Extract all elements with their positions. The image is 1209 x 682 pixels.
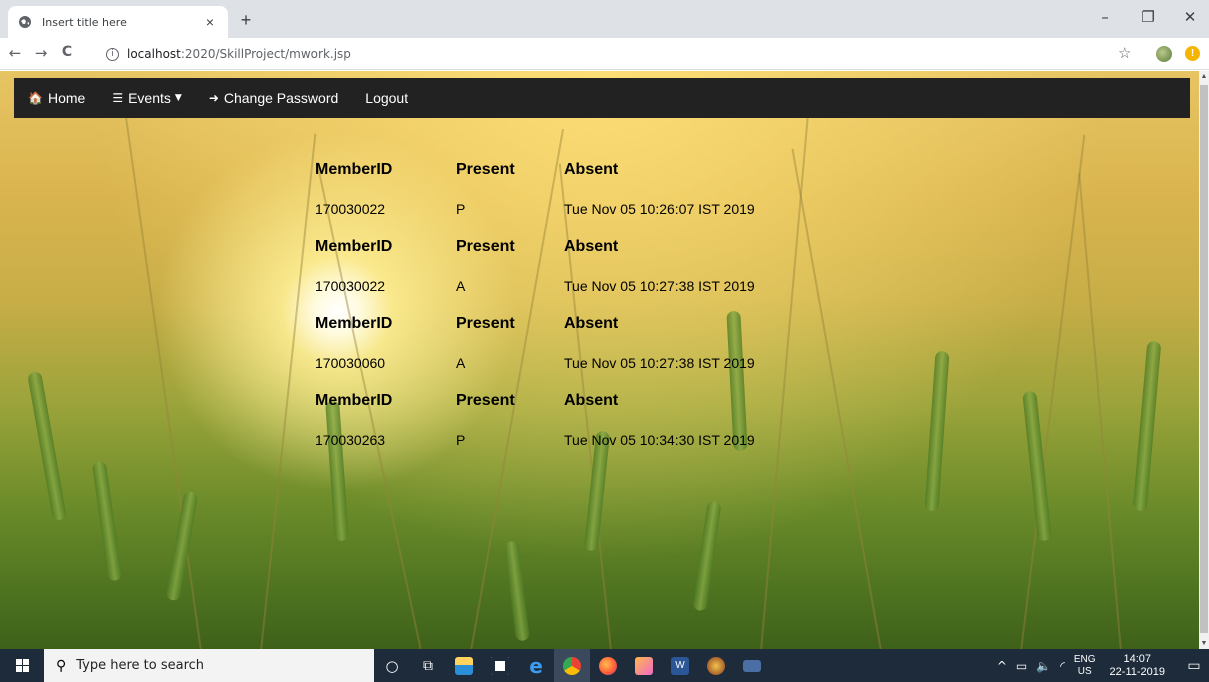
new-tab-button[interactable]: +: [236, 10, 256, 31]
cell-present: P: [456, 200, 466, 217]
file-explorer-icon[interactable]: [446, 649, 482, 682]
store-icon[interactable]: [482, 649, 518, 682]
header-absent: Absent: [564, 161, 619, 179]
extension-icon[interactable]: [1156, 46, 1172, 62]
cell-absent: Tue Nov 05 10:27:38 IST 2019: [564, 277, 755, 294]
globe-icon: [19, 16, 31, 28]
table-row: 170030263 P Tue Nov 05 10:34:30 IST 2019: [315, 421, 815, 460]
cell-absent: Tue Nov 05 10:27:38 IST 2019: [564, 354, 755, 371]
table-row: 170030022 A Tue Nov 05 10:27:38 IST 2019: [315, 267, 815, 306]
windows-logo-icon: [15, 659, 29, 672]
address-bar[interactable]: i localhost:2020/SkillProject/mwork.jsp: [106, 42, 1106, 66]
browser-toolbar: ← → C i localhost:2020/SkillProject/mwor…: [0, 38, 1209, 70]
scroll-down-icon[interactable]: ▼: [1199, 640, 1209, 647]
url-text[interactable]: localhost:2020/SkillProject/mwork.jsp: [127, 47, 351, 61]
firefox-icon[interactable]: [590, 649, 626, 682]
nav-change-password[interactable]: ➜ Change Password: [209, 90, 338, 106]
header-present: Present: [456, 238, 515, 256]
chrome-icon[interactable]: [554, 649, 590, 682]
clock[interactable]: 14:07 22-11-2019: [1110, 653, 1165, 679]
taskbar-search-box[interactable]: ⚲ Type here to search: [44, 649, 374, 682]
sign-in-icon: ➜: [208, 91, 219, 105]
forward-button[interactable]: →: [32, 44, 50, 62]
table-header-row: MemberID Present Absent: [315, 228, 815, 267]
windows-taskbar: ⚲ Type here to search ○ ⧉ e W ^ ▭ 🔈 ◜ EN…: [0, 649, 1209, 682]
cortana-icon[interactable]: ○: [374, 649, 410, 682]
table-header-row: MemberID Present Absent: [315, 151, 815, 190]
header-memberid: MemberID: [315, 392, 393, 410]
cell-memberid: 170030022: [315, 277, 386, 294]
window-app-icon[interactable]: [734, 649, 770, 682]
home-icon: 🏠: [28, 91, 43, 105]
cell-present: A: [456, 277, 466, 294]
notification-center-icon[interactable]: ▭: [1179, 658, 1209, 674]
header-present: Present: [456, 315, 515, 333]
info-icon[interactable]: i: [106, 47, 119, 61]
minimize-button[interactable]: –: [1090, 8, 1120, 26]
tab-title: Insert title here: [42, 15, 127, 29]
cell-absent: Tue Nov 05 10:26:07 IST 2019: [564, 200, 755, 217]
cell-memberid: 170030263: [315, 431, 386, 448]
header-absent: Absent: [564, 238, 619, 256]
nav-logout[interactable]: Logout: [365, 90, 408, 106]
header-present: Present: [456, 161, 515, 179]
language-indicator[interactable]: ENG US: [1074, 654, 1096, 678]
calendar-list-icon: ☰: [112, 91, 124, 105]
nav-home[interactable]: 🏠 Home: [28, 90, 85, 106]
browser-tab[interactable]: Insert title here ×: [8, 6, 228, 38]
header-memberid: MemberID: [315, 238, 393, 256]
table-header-row: MemberID Present Absent: [315, 382, 815, 421]
bookmark-star-icon[interactable]: ☆: [1118, 44, 1131, 62]
table-header-row: MemberID Present Absent: [315, 305, 815, 344]
table-row: 170030060 A Tue Nov 05 10:27:38 IST 2019: [315, 344, 815, 383]
taskbar-apps: ○ ⧉ e W: [374, 649, 770, 682]
cell-absent: Tue Nov 05 10:34:30 IST 2019: [564, 431, 755, 448]
cell-memberid: 170030022: [315, 200, 386, 217]
nav-home-label: Home: [47, 90, 86, 106]
header-absent: Absent: [564, 315, 619, 333]
volume-icon[interactable]: 🔈: [1036, 659, 1051, 673]
nav-events-dropdown[interactable]: ☰ Events ▼: [112, 90, 182, 106]
nav-events-label: Events: [128, 90, 171, 106]
cell-memberid: 170030060: [315, 354, 386, 371]
app-icon[interactable]: [626, 649, 662, 682]
battery-icon[interactable]: ▭: [1016, 659, 1027, 673]
scroll-thumb[interactable]: [1200, 85, 1208, 633]
table-row: 170030022 P Tue Nov 05 10:26:07 IST 2019: [315, 190, 815, 229]
page-scrollbar[interactable]: ▲ ▼: [1199, 71, 1209, 649]
page-viewport: 🏠 Home ☰ Events ▼ ➜ Change Password Logo…: [0, 71, 1199, 649]
show-hidden-icons-icon[interactable]: ^: [997, 659, 1007, 673]
wifi-icon[interactable]: ◜: [1060, 659, 1065, 673]
scroll-up-icon[interactable]: ▲: [1199, 73, 1209, 80]
window-close-button[interactable]: ✕: [1175, 8, 1205, 26]
top-navbar: 🏠 Home ☰ Events ▼ ➜ Change Password Logo…: [14, 78, 1190, 118]
reload-button[interactable]: C: [58, 44, 76, 60]
header-present: Present: [456, 392, 515, 410]
system-tray: ^ ▭ 🔈 ◜ ENG US 14:07 22-11-2019 ▭: [997, 649, 1209, 682]
back-button[interactable]: ←: [6, 44, 24, 62]
search-icon: ⚲: [56, 657, 67, 674]
profile-alert-icon[interactable]: !: [1185, 46, 1200, 61]
header-absent: Absent: [564, 392, 619, 410]
header-memberid: MemberID: [315, 315, 393, 333]
cell-present: A: [456, 354, 466, 371]
nav-change-password-label: Change Password: [223, 90, 339, 106]
game-icon[interactable]: [698, 649, 734, 682]
edge-icon[interactable]: e: [518, 649, 554, 682]
cell-present: P: [456, 431, 466, 448]
clock-date: 22-11-2019: [1109, 665, 1165, 678]
clock-time: 14:07: [1123, 652, 1152, 665]
word-icon[interactable]: W: [662, 649, 698, 682]
header-memberid: MemberID: [315, 161, 393, 179]
tab-close-icon[interactable]: ×: [202, 14, 218, 30]
attendance-records: MemberID Present Absent 170030022 P Tue …: [315, 151, 815, 459]
taskbar-search-placeholder: Type here to search: [76, 658, 205, 673]
tab-strip: Insert title here × + – ❐ ✕: [0, 0, 1209, 38]
restore-button[interactable]: ❐: [1133, 8, 1163, 26]
task-view-icon[interactable]: ⧉: [410, 649, 446, 682]
start-button[interactable]: [0, 649, 44, 682]
nav-logout-label: Logout: [365, 90, 409, 106]
caret-down-icon: ▼: [174, 93, 182, 103]
